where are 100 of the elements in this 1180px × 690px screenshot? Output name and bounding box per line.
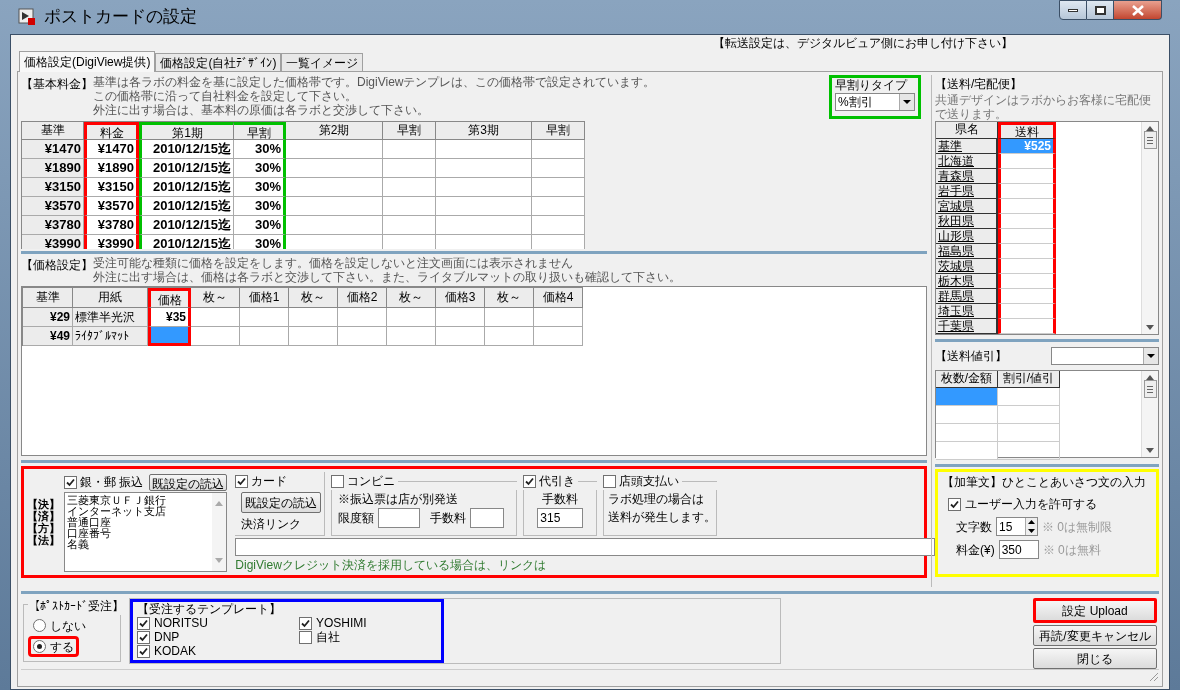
checkbox[interactable] [64, 475, 77, 489]
column-header[interactable]: 価格1 [240, 288, 289, 308]
column-header[interactable]: 早割 [383, 122, 436, 140]
checkbox[interactable] [331, 474, 345, 488]
checkbox[interactable] [603, 474, 617, 488]
table-cell [436, 308, 485, 327]
column-header[interactable]: 送料 [998, 122, 1056, 139]
link-field[interactable] [235, 538, 936, 556]
row-header: 秋田県 [936, 214, 998, 229]
column-header[interactable]: 第3期 [436, 122, 532, 140]
checkbox-label: 自社 [316, 630, 340, 644]
list-line: 口座番号 [67, 528, 111, 539]
radio-option[interactable]: する [28, 636, 79, 657]
fee-field[interactable]: 350 [998, 540, 1039, 559]
table-cell: 30% [234, 140, 286, 159]
column-header[interactable]: 枚～ [191, 288, 240, 308]
table-cell: 30% [234, 178, 286, 197]
radio-button[interactable] [33, 619, 46, 632]
table-cell [191, 308, 240, 327]
column-header[interactable]: 価格 [148, 288, 191, 308]
spin-up-icon[interactable] [1028, 520, 1035, 525]
table-cell [289, 308, 338, 327]
column-header[interactable]: 早割 [234, 122, 286, 140]
cod-fee-field[interactable]: 315 [537, 508, 584, 528]
scroll-thumb[interactable] [1143, 380, 1157, 398]
column-header[interactable]: 価格2 [338, 288, 387, 308]
push-button[interactable]: 既設定の読込 [149, 473, 228, 491]
column-header[interactable]: 枚～ [387, 288, 436, 308]
minimize-button[interactable] [1059, 0, 1087, 20]
push-button[interactable]: 既設定の読込 [241, 492, 322, 513]
table-cell: 30% [234, 159, 286, 178]
row-header: ¥1890 [22, 159, 84, 178]
row-header: 基準 [936, 139, 998, 154]
dropdown[interactable]: %割引 [835, 93, 915, 111]
checkbox-label: コンビニ [347, 473, 396, 490]
dropdown[interactable] [1051, 347, 1159, 365]
checkbox[interactable] [299, 616, 312, 630]
field-label: 料金(¥) [956, 541, 995, 559]
column-header[interactable]: 基準 [22, 122, 84, 140]
table-cell [338, 327, 387, 346]
table-cell [532, 178, 585, 197]
column-header[interactable]: 県名 [936, 122, 998, 139]
tab[interactable]: 一覧イメージ [281, 53, 364, 71]
column-header[interactable]: 第2期 [286, 122, 383, 140]
table-cell: 2010/12/15迄 [139, 178, 234, 197]
table-cell [383, 140, 436, 159]
column-header[interactable]: 第1期 [139, 122, 234, 140]
list-line: 普通口座 [67, 517, 111, 528]
tab[interactable]: 価格設定(自社ﾃﾞｻﾞｲﾝ) [155, 53, 282, 71]
radio-button[interactable] [33, 640, 46, 653]
column-header[interactable]: 料金 [84, 122, 139, 140]
table-cell [436, 327, 485, 346]
scroll-down-icon[interactable] [1146, 325, 1154, 330]
checkbox[interactable] [137, 644, 150, 658]
table-cell [383, 159, 436, 178]
column-header[interactable]: 用紙 [73, 288, 148, 308]
resize-grip-icon[interactable] [1147, 670, 1159, 682]
close-button[interactable] [1114, 0, 1162, 20]
checkbox[interactable] [137, 616, 150, 630]
push-button[interactable]: 再読/変更キャンセル [1033, 625, 1157, 646]
field-label: 決済リンク [241, 516, 302, 533]
table-cell: ¥3570 [84, 197, 139, 216]
section-label: 【基本料金】 [21, 76, 93, 93]
hint-text: ※ 0は無料 [1042, 541, 1101, 559]
push-button[interactable]: 閉じる [1033, 648, 1157, 669]
description-text: 外注に出す場合は、基本料の原価は各ラボと交渉して下さい。 [93, 103, 429, 117]
tab[interactable]: 価格設定(DigiView提供) [19, 51, 156, 72]
checkbox[interactable] [137, 630, 150, 644]
spin-field[interactable]: 15 [996, 517, 1038, 536]
column-header[interactable]: 枚～ [485, 288, 534, 308]
column-header[interactable]: 枚数/金額 [936, 371, 998, 388]
column-header[interactable]: 枚～ [289, 288, 338, 308]
note-text: 送料が発生します。 [608, 509, 717, 526]
list-line: インターネット支店 [67, 506, 166, 517]
limit-field[interactable] [378, 508, 421, 528]
fee-field[interactable] [470, 508, 505, 528]
column-header[interactable]: 早割 [532, 122, 585, 140]
table-cell: ¥525 [998, 139, 1056, 154]
scroll-thumb[interactable] [1143, 131, 1157, 149]
table-cell [240, 308, 289, 327]
checkbox[interactable] [299, 630, 312, 644]
table-cell [534, 327, 583, 346]
spin-down-icon[interactable] [1028, 528, 1035, 533]
field-label: 文字数 [956, 518, 992, 536]
checkbox[interactable] [523, 474, 537, 488]
maximize-button[interactable] [1087, 0, 1114, 20]
field-label: 早割りタイプ [835, 78, 909, 93]
column-header[interactable]: 割引/値引 [998, 371, 1060, 388]
scroll-down-icon[interactable] [1146, 448, 1154, 453]
section-label: 【送料/宅配便】 [935, 76, 1023, 93]
checkbox[interactable] [948, 497, 961, 511]
table-cell [998, 424, 1060, 442]
radio-option[interactable]: しない [28, 615, 91, 636]
push-button[interactable]: 設定 Upload [1033, 598, 1157, 623]
checkbox[interactable] [235, 474, 249, 488]
table-cell: ¥1890 [84, 159, 139, 178]
column-header[interactable]: 基準 [23, 288, 73, 308]
column-header[interactable]: 価格4 [534, 288, 583, 308]
column-header[interactable]: 価格3 [436, 288, 485, 308]
row-header: 宮城県 [936, 199, 998, 214]
